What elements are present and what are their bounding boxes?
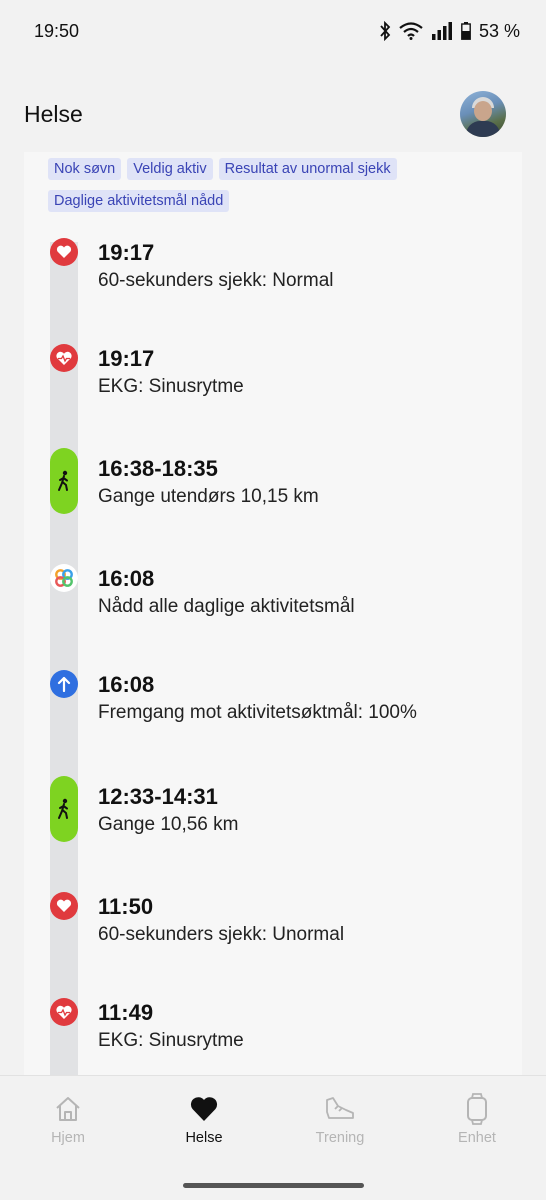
entry-description: Gange utendørs 10,15 km <box>98 486 319 507</box>
watch-icon <box>465 1092 489 1126</box>
status-bar: 19:50 53 % <box>0 0 546 62</box>
entry-time: 11:49 <box>98 1000 154 1025</box>
tag[interactable]: Resultat av unormal sjekk <box>218 158 397 180</box>
timeline-entry[interactable]: 16:38-18:35 Gange utendørs 10,15 km <box>24 448 522 532</box>
heart-icon <box>50 892 78 920</box>
timeline-entry[interactable]: 19:17 EKG: Sinusrytme <box>24 342 522 422</box>
nav-label: Helse <box>185 1130 223 1146</box>
timeline-entry[interactable]: 19:17 60-sekunders sjekk: Normal <box>24 236 522 316</box>
timeline-entry[interactable]: 12:33-14:31 Gange 10,56 km <box>24 776 522 860</box>
entry-description: Gange 10,56 km <box>98 814 239 835</box>
entry-description: Fremgang mot aktivitetsøktmål: 100% <box>98 702 417 723</box>
timeline-entry[interactable]: 11:50 60-sekunders sjekk: Unormal <box>24 892 522 972</box>
shoe-icon <box>324 1092 356 1126</box>
page-title: Helse <box>24 100 83 127</box>
activity-rings-icon <box>50 564 78 592</box>
entry-description: Nådd alle daglige aktivitetsmål <box>98 596 355 617</box>
timeline-entry[interactable]: 11:49 EKG: Sinusrytme <box>24 998 522 1075</box>
heart-icon <box>50 238 78 266</box>
tag[interactable]: Nok søvn <box>48 158 122 180</box>
nav-item-device[interactable]: Enhet <box>422 1092 532 1152</box>
home-indicator[interactable] <box>183 1183 364 1188</box>
timeline-entry[interactable]: 16:08 Fremgang mot aktivitetsøktmål: 100… <box>24 670 522 750</box>
status-time: 19:50 <box>34 20 80 41</box>
nav-label: Hjem <box>51 1130 85 1146</box>
avatar[interactable] <box>460 91 506 137</box>
entry-description: 60-sekunders sjekk: Unormal <box>98 924 345 945</box>
nav-item-training[interactable]: Trening <box>285 1092 395 1152</box>
tag[interactable]: Veldig aktiv <box>127 158 213 180</box>
ecg-heart-icon <box>50 998 78 1026</box>
home-icon <box>53 1092 83 1126</box>
entry-time: 19:17 <box>98 240 155 265</box>
timeline-entry[interactable]: 16:08 Nådd alle daglige aktivitetsmål <box>24 564 522 644</box>
wifi-icon <box>399 22 423 40</box>
entry-time: 12:33-14:31 <box>98 784 218 809</box>
arrow-up-icon <box>50 670 78 698</box>
tag[interactable]: Daglige aktivitetsmål nådd <box>48 190 230 212</box>
nav-label: Trening <box>315 1130 365 1146</box>
entry-time: 19:17 <box>98 346 155 371</box>
nav-item-home[interactable]: Hjem <box>13 1092 123 1152</box>
battery-percentage: 53 % <box>478 20 520 41</box>
bluetooth-icon <box>379 21 391 41</box>
heart-icon <box>189 1092 219 1126</box>
entry-description: EKG: Sinusrytme <box>98 376 244 397</box>
nav-label: Enhet <box>458 1130 496 1146</box>
entry-time: 16:08 <box>98 566 155 591</box>
entry-time: 16:08 <box>98 672 155 697</box>
bottom-navigation: Hjem Helse Trening Enhet <box>0 1075 546 1200</box>
ecg-heart-icon <box>50 344 78 372</box>
signal-icon <box>431 22 453 40</box>
nav-item-health[interactable]: Helse <box>149 1092 259 1152</box>
tag-list: Nok søvn Veldig aktiv Resultat av unorma… <box>48 158 508 212</box>
status-icons: 53 % <box>379 21 520 42</box>
walk-icon <box>50 776 78 842</box>
entry-description: EKG: Sinusrytme <box>98 1030 244 1051</box>
entry-time: 16:38-18:35 <box>98 456 218 481</box>
entry-description: 60-sekunders sjekk: Normal <box>98 270 334 291</box>
health-feed-card: Nok søvn Veldig aktiv Resultat av unorma… <box>24 152 522 1075</box>
header: Helse <box>0 86 546 142</box>
battery-icon <box>461 22 471 40</box>
entry-time: 11:50 <box>98 894 154 919</box>
walk-icon <box>50 448 78 514</box>
